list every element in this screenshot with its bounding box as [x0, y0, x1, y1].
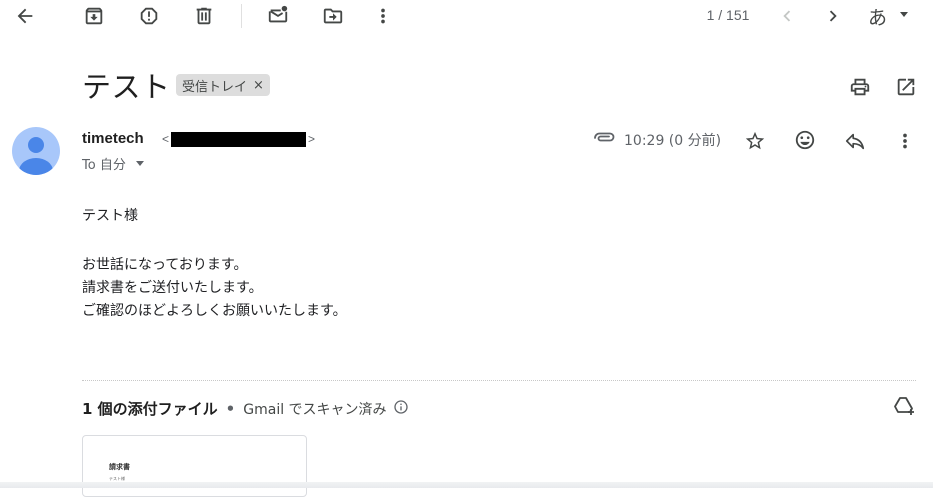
email-subject: テスト [82, 70, 171, 104]
email-bracket-open: < [162, 132, 170, 146]
move-to-icon[interactable] [321, 5, 345, 27]
attachment-clip-icon [592, 129, 616, 147]
toolbar-separator [241, 4, 242, 28]
report-spam-icon[interactable] [138, 5, 160, 27]
info-icon[interactable] [393, 399, 409, 419]
recipient-details[interactable]: To 自分 [82, 154, 144, 173]
attachment-thumbnail-title: 請求書 [109, 463, 130, 471]
sender-email: < > [162, 131, 315, 147]
redacted-email [171, 131, 307, 147]
message-counter: 1 / 151 [706, 7, 750, 23]
star-icon[interactable] [744, 130, 766, 152]
body-line-3: ご確認のほどよろしくお願いいたします。 [82, 303, 347, 319]
body-greeting: テスト様 [82, 208, 138, 224]
scan-status: Gmail でスキャン済み [243, 401, 387, 418]
reply-icon[interactable] [844, 130, 866, 152]
archive-icon[interactable] [83, 5, 105, 27]
mark-unread-icon[interactable] [266, 4, 290, 26]
sender-name[interactable]: timetech [82, 130, 144, 147]
delete-icon[interactable] [193, 5, 215, 27]
body-line-1: お世話になっております。 [82, 257, 248, 273]
emoji-reaction-icon[interactable] [794, 129, 816, 151]
attachment-header: 1 個の添付ファイル • Gmail でスキャン済み [82, 398, 409, 419]
attachment-divider [82, 380, 916, 381]
to-label: To 自分 [82, 158, 126, 173]
remove-label-button[interactable]: × [253, 78, 264, 93]
avatar[interactable] [12, 127, 60, 175]
add-to-drive-icon[interactable] [892, 395, 916, 419]
input-tools-button[interactable]: あ [868, 3, 887, 30]
older-chevron-icon[interactable] [822, 5, 844, 27]
print-icon[interactable] [849, 76, 871, 98]
person-icon [19, 137, 53, 175]
input-tools-caret-icon[interactable] [900, 12, 908, 17]
body-line-2: 請求書をご送付いたします。 [82, 280, 263, 296]
attachment-count: 1 個の添付ファイル [82, 400, 218, 418]
newer-chevron-icon[interactable] [776, 5, 798, 27]
email-bracket-close: > [308, 132, 316, 146]
bottom-edge [0, 482, 933, 488]
attachment-separator: • [225, 399, 236, 418]
message-time: 10:29 (0 分前) [624, 133, 722, 149]
label-chip-inbox: 受信トレイ × [176, 74, 270, 96]
back-arrow-icon[interactable] [14, 5, 36, 27]
message-more-vert-icon[interactable] [894, 130, 916, 152]
open-new-window-icon[interactable] [895, 76, 917, 98]
more-vert-icon[interactable] [372, 5, 394, 27]
show-details-caret-icon[interactable] [135, 161, 144, 166]
label-chip-text[interactable]: 受信トレイ [182, 76, 247, 95]
